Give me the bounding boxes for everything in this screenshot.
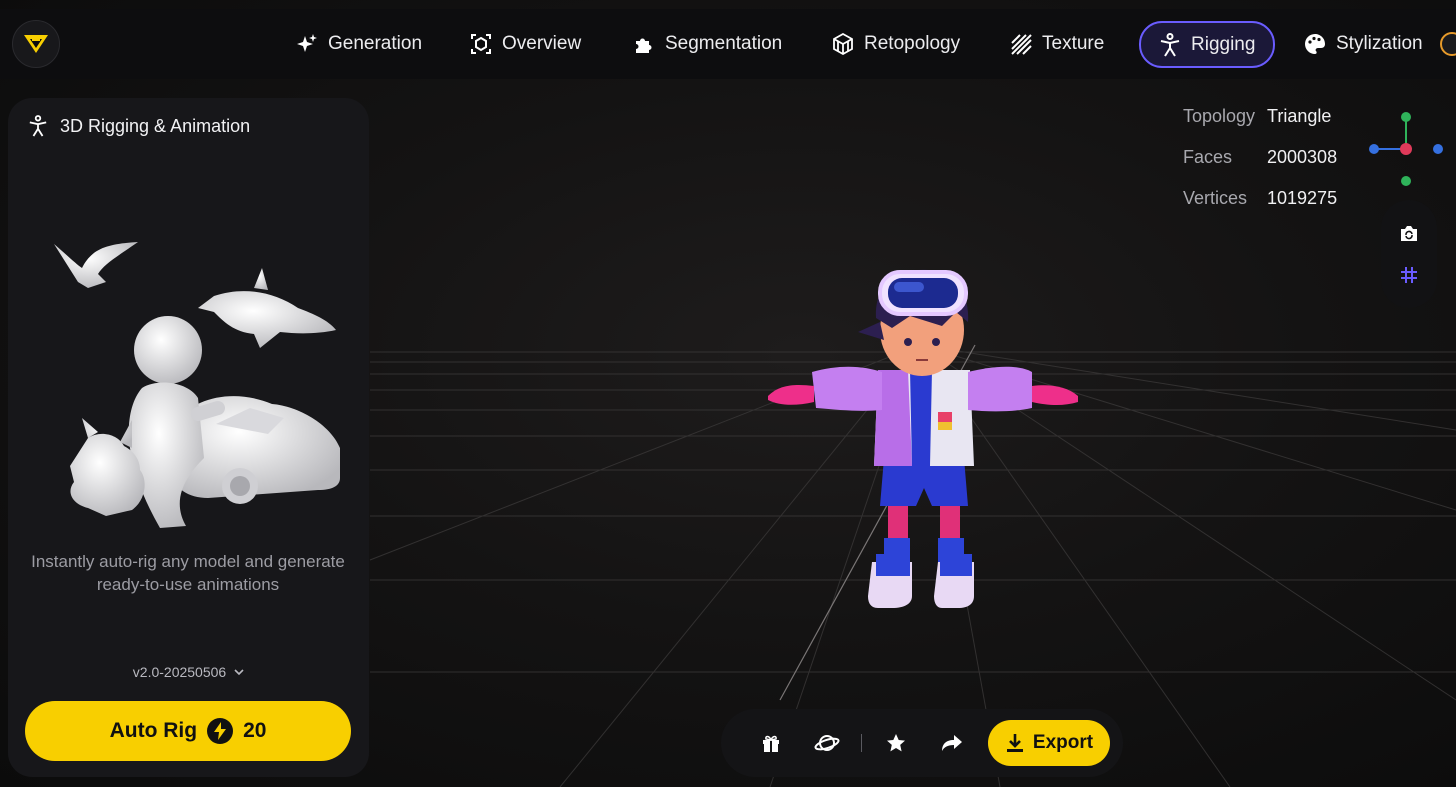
toolbar-divider [861,734,862,752]
tab-stylization[interactable]: Stylization [1286,21,1441,67]
tab-segmentation[interactable]: Segmentation [615,21,800,67]
version-label: v2.0-20250506 [132,664,227,680]
stat-value: Triangle [1267,106,1332,126]
tab-label: Stylization [1336,33,1423,54]
figure-icon [29,115,47,137]
share-button[interactable] [924,721,980,765]
gift-icon [763,735,779,752]
cube-focus-icon [471,34,491,54]
panel-description: Instantly auto-rig any model and generat… [31,552,345,594]
rigging-illustration [54,242,340,528]
palette-icon [1305,34,1325,54]
mesh-cube-icon [833,33,853,55]
credit-bolt-icon [207,718,234,744]
figure-icon [1160,32,1180,57]
tab-overview[interactable]: Overview [452,21,599,67]
tab-retopology[interactable]: Retopology [814,21,978,67]
tab-label: Segmentation [665,33,783,54]
stat-label: Faces [1183,147,1233,167]
stat-value: 1019275 [1267,188,1338,208]
stat-topology: Topology Triangle [1183,96,1337,137]
auto-rig-button[interactable]: Auto Rig 20 [25,701,351,761]
tab-generation[interactable]: Generation [278,21,440,67]
puzzle-icon [636,38,652,53]
chevron-down-icon [234,668,244,675]
export-button[interactable]: Export [988,720,1110,766]
sparkle-icon [297,34,317,52]
download-icon [1006,734,1023,752]
auto-rig-label: Auto Rig [109,719,198,742]
stat-value: 2000308 [1267,147,1338,167]
stat-vertices: Vertices 1019275 [1183,178,1337,219]
stat-label: Vertices [1183,188,1248,208]
tab-rigging[interactable]: Rigging [1139,21,1276,68]
planet-button[interactable] [799,721,855,765]
stripes-icon [1011,34,1032,55]
tab-label: Rigging [1191,33,1256,55]
gift-button[interactable] [743,721,799,765]
tab-label: Retopology [864,33,961,54]
tab-label: Texture [1042,33,1105,54]
panel-title: 3D Rigging & Animation [60,115,251,136]
grid-toggle-icon[interactable] [1400,266,1418,284]
camera-reset-icon[interactable] [1399,224,1419,242]
rigging-panel: 3D Rigging & Animation Instantly auto-ri… [8,98,369,777]
favorite-button[interactable] [868,721,924,765]
vast-logo-icon[interactable] [12,20,60,68]
tab-texture[interactable]: Texture [992,21,1122,67]
share-icon [942,735,962,751]
bottom-toolbar: Export [721,709,1123,777]
viewport-tools [1381,200,1437,308]
tab-label: Overview [502,33,582,54]
tab-label: Generation [328,33,423,54]
stat-faces: Faces 2000308 [1183,137,1337,178]
star-icon [887,734,905,752]
3d-character-model[interactable] [760,262,1090,622]
axis-gizmo[interactable] [1362,106,1452,196]
export-label: Export [1032,732,1094,753]
stat-label: Topology [1183,106,1256,126]
auto-rig-cost: 20 [243,719,267,742]
panel-header: 3D Rigging & Animation [28,114,250,138]
mesh-stats: Topology Triangle Faces 2000308 Vertices… [1183,96,1337,219]
planet-icon [814,735,840,751]
version-select[interactable]: v2.0-20250506 [8,664,369,680]
